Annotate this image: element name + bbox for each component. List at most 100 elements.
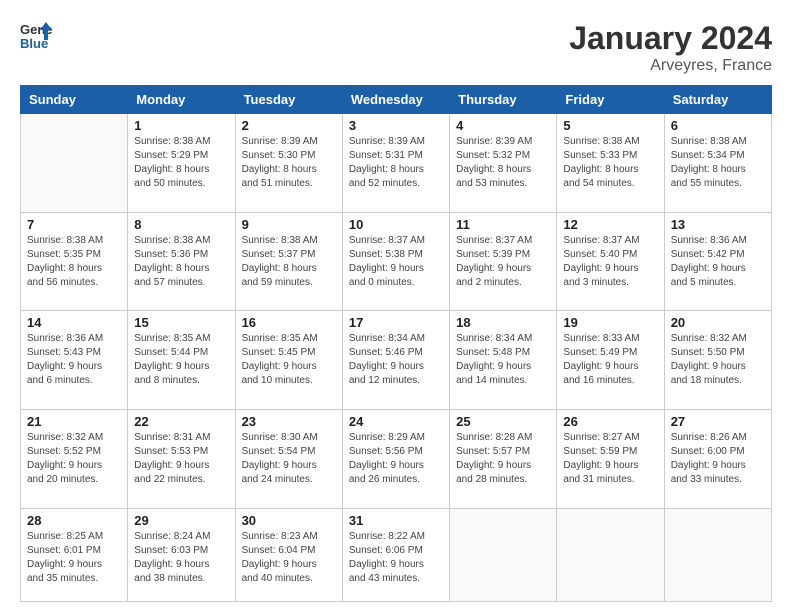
day-cell	[21, 114, 128, 213]
day-cell: 20 Sunrise: 8:32 AM Sunset: 5:50 PM Dayli…	[664, 311, 771, 410]
svg-text:Blue: Blue	[20, 36, 48, 51]
day-info: Sunrise: 8:37 AM Sunset: 5:40 PM Dayligh…	[563, 234, 657, 290]
day-cell: 4 Sunrise: 8:39 AM Sunset: 5:32 PM Daylig…	[450, 114, 557, 213]
day-cell: 26 Sunrise: 8:27 AM Sunset: 5:59 PM Dayli…	[557, 410, 664, 509]
day-info: Sunrise: 8:38 AM Sunset: 5:29 PM Dayligh…	[134, 135, 228, 191]
day-number: 18	[456, 315, 550, 330]
day-info: Sunrise: 8:28 AM Sunset: 5:57 PM Dayligh…	[456, 431, 550, 487]
month-title: January 2024	[569, 20, 772, 57]
header: General Blue January 2024 Arveyres, Fran…	[20, 20, 772, 75]
col-thursday: Thursday	[450, 86, 557, 114]
day-info: Sunrise: 8:34 AM Sunset: 5:46 PM Dayligh…	[349, 332, 443, 388]
day-info: Sunrise: 8:36 AM Sunset: 5:42 PM Dayligh…	[671, 234, 765, 290]
col-monday: Monday	[128, 86, 235, 114]
day-number: 28	[27, 513, 121, 528]
calendar-table: Sunday Monday Tuesday Wednesday Thursday…	[20, 85, 772, 602]
day-cell: 25 Sunrise: 8:28 AM Sunset: 5:57 PM Dayli…	[450, 410, 557, 509]
day-cell: 31 Sunrise: 8:22 AM Sunset: 6:06 PM Dayli…	[342, 508, 449, 601]
day-number: 4	[456, 118, 550, 133]
day-cell: 8Sunrise: 8:38 AM Sunset: 5:36 PM Daylig…	[128, 212, 235, 311]
day-number: 22	[134, 414, 228, 429]
day-number: 29	[134, 513, 228, 528]
day-info: Sunrise: 8:33 AM Sunset: 5:49 PM Dayligh…	[563, 332, 657, 388]
day-info: Sunrise: 8:37 AM Sunset: 5:38 PM Dayligh…	[349, 234, 443, 290]
day-number: 31	[349, 513, 443, 528]
day-cell: 24Sunrise: 8:29 AM Sunset: 5:56 PM Dayli…	[342, 410, 449, 509]
day-number: 14	[27, 315, 121, 330]
day-cell	[450, 508, 557, 601]
day-cell: 19 Sunrise: 8:33 AM Sunset: 5:49 PM Dayli…	[557, 311, 664, 410]
day-number: 9	[242, 217, 336, 232]
day-cell: 6 Sunrise: 8:38 AM Sunset: 5:34 PM Daylig…	[664, 114, 771, 213]
location: Arveyres, France	[569, 57, 772, 75]
day-number: 21	[27, 414, 121, 429]
week-row-5: 28 Sunrise: 8:25 AM Sunset: 6:01 PM Dayli…	[21, 508, 772, 601]
day-number: 7	[27, 217, 121, 232]
day-info: Sunrise: 8:37 AM Sunset: 5:39 PM Dayligh…	[456, 234, 550, 290]
logo: General Blue	[20, 20, 52, 52]
day-cell: 10 Sunrise: 8:37 AM Sunset: 5:38 PM Dayli…	[342, 212, 449, 311]
day-number: 20	[671, 315, 765, 330]
day-info: Sunrise: 8:23 AM Sunset: 6:04 PM Dayligh…	[242, 530, 336, 586]
day-info: Sunrise: 8:34 AM Sunset: 5:48 PM Dayligh…	[456, 332, 550, 388]
day-info: Sunrise: 8:36 AM Sunset: 5:43 PM Dayligh…	[27, 332, 121, 388]
day-number: 5	[563, 118, 657, 133]
col-wednesday: Wednesday	[342, 86, 449, 114]
day-number: 12	[563, 217, 657, 232]
day-info: Sunrise: 8:32 AM Sunset: 5:50 PM Dayligh…	[671, 332, 765, 388]
day-cell: 21Sunrise: 8:32 AM Sunset: 5:52 PM Dayli…	[21, 410, 128, 509]
day-number: 16	[242, 315, 336, 330]
day-cell: 17 Sunrise: 8:34 AM Sunset: 5:46 PM Dayli…	[342, 311, 449, 410]
day-info: Sunrise: 8:38 AM Sunset: 5:33 PM Dayligh…	[563, 135, 657, 191]
day-info: Sunrise: 8:39 AM Sunset: 5:31 PM Dayligh…	[349, 135, 443, 191]
day-info: Sunrise: 8:22 AM Sunset: 6:06 PM Dayligh…	[349, 530, 443, 586]
day-info: Sunrise: 8:39 AM Sunset: 5:32 PM Dayligh…	[456, 135, 550, 191]
day-cell: 1Sunrise: 8:38 AM Sunset: 5:29 PM Daylig…	[128, 114, 235, 213]
day-number: 24	[349, 414, 443, 429]
day-number: 27	[671, 414, 765, 429]
day-cell: 11 Sunrise: 8:37 AM Sunset: 5:39 PM Dayli…	[450, 212, 557, 311]
day-cell: 5 Sunrise: 8:38 AM Sunset: 5:33 PM Daylig…	[557, 114, 664, 213]
day-cell: 7 Sunrise: 8:38 AM Sunset: 5:35 PM Daylig…	[21, 212, 128, 311]
day-number: 15	[134, 315, 228, 330]
title-block: January 2024 Arveyres, France	[569, 20, 772, 75]
day-number: 13	[671, 217, 765, 232]
day-cell: 9 Sunrise: 8:38 AM Sunset: 5:37 PM Daylig…	[235, 212, 342, 311]
calendar-page: General Blue January 2024 Arveyres, Fran…	[0, 0, 792, 612]
day-info: Sunrise: 8:25 AM Sunset: 6:01 PM Dayligh…	[27, 530, 121, 586]
day-cell: 28 Sunrise: 8:25 AM Sunset: 6:01 PM Dayli…	[21, 508, 128, 601]
day-number: 10	[349, 217, 443, 232]
day-info: Sunrise: 8:39 AM Sunset: 5:30 PM Dayligh…	[242, 135, 336, 191]
day-info: Sunrise: 8:38 AM Sunset: 5:37 PM Dayligh…	[242, 234, 336, 290]
day-cell: 27Sunrise: 8:26 AM Sunset: 6:00 PM Dayli…	[664, 410, 771, 509]
day-number: 25	[456, 414, 550, 429]
day-info: Sunrise: 8:24 AM Sunset: 6:03 PM Dayligh…	[134, 530, 228, 586]
day-cell: 29 Sunrise: 8:24 AM Sunset: 6:03 PM Dayli…	[128, 508, 235, 601]
day-info: Sunrise: 8:35 AM Sunset: 5:45 PM Dayligh…	[242, 332, 336, 388]
day-cell: 18 Sunrise: 8:34 AM Sunset: 5:48 PM Dayli…	[450, 311, 557, 410]
day-number: 23	[242, 414, 336, 429]
day-number: 11	[456, 217, 550, 232]
week-row-2: 7 Sunrise: 8:38 AM Sunset: 5:35 PM Daylig…	[21, 212, 772, 311]
day-number: 6	[671, 118, 765, 133]
day-cell: 22Sunrise: 8:31 AM Sunset: 5:53 PM Dayli…	[128, 410, 235, 509]
week-row-1: 1Sunrise: 8:38 AM Sunset: 5:29 PM Daylig…	[21, 114, 772, 213]
header-row: Sunday Monday Tuesday Wednesday Thursday…	[21, 86, 772, 114]
col-sunday: Sunday	[21, 86, 128, 114]
day-number: 3	[349, 118, 443, 133]
day-number: 19	[563, 315, 657, 330]
logo-icon: General Blue	[20, 20, 52, 52]
day-cell	[557, 508, 664, 601]
day-cell: 16 Sunrise: 8:35 AM Sunset: 5:45 PM Dayli…	[235, 311, 342, 410]
day-number: 26	[563, 414, 657, 429]
day-info: Sunrise: 8:38 AM Sunset: 5:36 PM Dayligh…	[134, 234, 228, 290]
day-info: Sunrise: 8:30 AM Sunset: 5:54 PM Dayligh…	[242, 431, 336, 487]
day-info: Sunrise: 8:38 AM Sunset: 5:35 PM Dayligh…	[27, 234, 121, 290]
day-info: Sunrise: 8:38 AM Sunset: 5:34 PM Dayligh…	[671, 135, 765, 191]
day-info: Sunrise: 8:27 AM Sunset: 5:59 PM Dayligh…	[563, 431, 657, 487]
day-number: 17	[349, 315, 443, 330]
week-row-3: 14 Sunrise: 8:36 AM Sunset: 5:43 PM Dayli…	[21, 311, 772, 410]
day-cell: 15Sunrise: 8:35 AM Sunset: 5:44 PM Dayli…	[128, 311, 235, 410]
col-tuesday: Tuesday	[235, 86, 342, 114]
day-cell: 3 Sunrise: 8:39 AM Sunset: 5:31 PM Daylig…	[342, 114, 449, 213]
